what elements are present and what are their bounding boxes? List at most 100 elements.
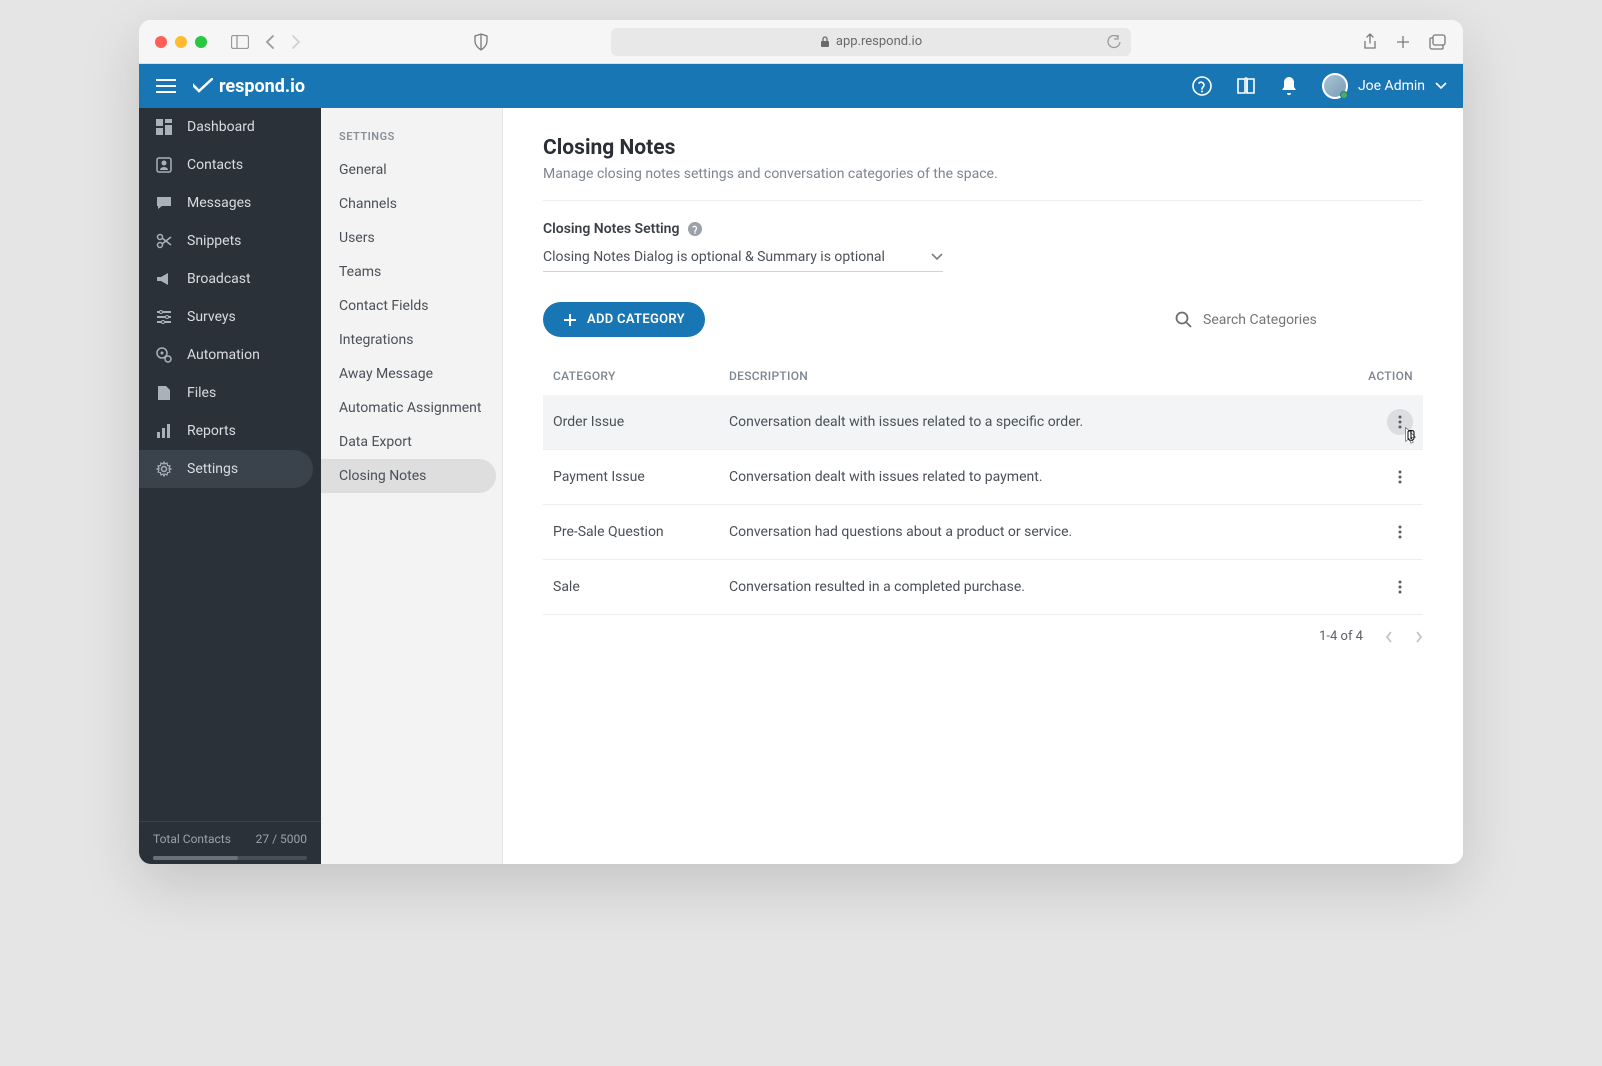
sidebar-item-label: Dashboard	[187, 119, 255, 135]
cell-category: Order Issue	[543, 395, 719, 450]
contacts-icon	[155, 156, 173, 174]
page-next-button[interactable]	[1415, 631, 1423, 643]
sidebar-item-reports[interactable]: Reports	[139, 412, 321, 450]
settings-item-integrations[interactable]: Integrations	[321, 323, 502, 357]
messages-icon	[155, 194, 173, 212]
sidebar-primary: Dashboard Contacts Messages Snippets Bro…	[139, 108, 321, 864]
share-icon[interactable]	[1363, 33, 1377, 51]
cell-category: Payment Issue	[543, 450, 719, 505]
chevron-down-icon	[1435, 82, 1447, 90]
tabs-icon[interactable]	[1429, 34, 1447, 50]
sidebar-item-files[interactable]: Files	[139, 374, 321, 412]
lock-icon	[820, 36, 830, 48]
chevron-down-icon	[931, 253, 943, 261]
footer-label: Total Contacts	[153, 832, 231, 846]
settings-item-away-message[interactable]: Away Message	[321, 357, 502, 391]
settings-item-teams[interactable]: Teams	[321, 255, 502, 289]
docs-icon[interactable]	[1236, 77, 1256, 95]
browser-forward-icon[interactable]	[291, 35, 301, 49]
gear-icon	[155, 460, 173, 478]
col-category: CATEGORY	[543, 357, 719, 395]
page-prev-button[interactable]	[1385, 631, 1393, 643]
sidebar-item-contacts[interactable]: Contacts	[139, 146, 321, 184]
col-action: ACTION	[1335, 357, 1423, 395]
menu-icon[interactable]	[155, 79, 177, 93]
bell-icon[interactable]	[1280, 76, 1298, 96]
table-row: Sale Conversation resulted in a complete…	[543, 560, 1423, 615]
row-actions-button[interactable]	[1387, 464, 1413, 490]
page-subtitle: Manage closing notes settings and conver…	[543, 166, 1423, 201]
cell-category: Sale	[543, 560, 719, 615]
pagination-text: 1-4 of 4	[1319, 629, 1363, 644]
settings-heading: SETTINGS	[321, 124, 502, 153]
settings-item-closing-notes[interactable]: Closing Notes	[321, 459, 496, 493]
reload-icon[interactable]	[1107, 35, 1121, 49]
sidebar-item-dashboard[interactable]: Dashboard	[139, 108, 321, 146]
settings-item-automatic-assignment[interactable]: Automatic Assignment	[321, 391, 502, 425]
footer-value: 27 / 5000	[256, 832, 307, 846]
sidebar-item-automation[interactable]: Automation	[139, 336, 321, 374]
window-close[interactable]	[155, 36, 167, 48]
sidebar-item-snippets[interactable]: Snippets	[139, 222, 321, 260]
sidebar-item-messages[interactable]: Messages	[139, 184, 321, 222]
cell-description: Conversation dealt with issues related t…	[719, 450, 1335, 505]
settings-item-users[interactable]: Users	[321, 221, 502, 255]
browser-url-bar[interactable]: app.respond.io	[611, 28, 1131, 56]
sidebar-item-surveys[interactable]: Surveys	[139, 298, 321, 336]
cell-description: Conversation had questions about a produ…	[719, 505, 1335, 560]
reports-icon	[155, 422, 173, 440]
app-header: respond.io Joe Admin	[139, 64, 1463, 108]
category-table: CATEGORY DESCRIPTION ACTION Order Issue …	[543, 357, 1423, 615]
settings-item-channels[interactable]: Channels	[321, 187, 502, 221]
plus-icon	[563, 313, 577, 327]
settings-item-general[interactable]: General	[321, 153, 502, 187]
cell-category: Pre-Sale Question	[543, 505, 719, 560]
browser-back-icon[interactable]	[265, 35, 275, 49]
page-title: Closing Notes	[543, 136, 1423, 160]
sidebar-scrollbar[interactable]	[153, 856, 307, 860]
table-row: Pre-Sale Question Conversation had quest…	[543, 505, 1423, 560]
table-row: Order Issue Conversation dealt with issu…	[543, 395, 1423, 450]
files-icon	[155, 384, 173, 402]
cell-description: Conversation dealt with issues related t…	[719, 395, 1335, 450]
search-icon[interactable]	[1175, 311, 1193, 329]
setting-label: Closing Notes Setting	[543, 221, 679, 237]
sidebar-item-label: Settings	[187, 461, 238, 477]
sidebar-item-label: Files	[187, 385, 216, 401]
url-text: app.respond.io	[836, 34, 922, 49]
broadcast-icon	[155, 270, 173, 288]
window-minimize[interactable]	[175, 36, 187, 48]
col-description: DESCRIPTION	[719, 357, 1335, 395]
user-menu[interactable]: Joe Admin	[1322, 73, 1447, 99]
user-name: Joe Admin	[1358, 78, 1425, 94]
sidebar-item-label: Automation	[187, 347, 260, 363]
setting-value: Closing Notes Dialog is optional & Summa…	[543, 249, 885, 265]
sidebar-secondary: SETTINGS General Channels Users Teams Co…	[321, 108, 503, 864]
snippets-icon	[155, 232, 173, 250]
add-category-button[interactable]: ADD CATEGORY	[543, 302, 705, 337]
sidebar-footer: Total Contacts 27 / 5000	[139, 821, 321, 856]
dashboard-icon	[155, 118, 173, 136]
logo[interactable]: respond.io	[193, 76, 305, 97]
row-actions-button[interactable]	[1387, 574, 1413, 600]
sidebar-item-label: Reports	[187, 423, 236, 439]
new-tab-icon[interactable]	[1395, 34, 1411, 50]
avatar	[1322, 73, 1348, 99]
settings-item-data-export[interactable]: Data Export	[321, 425, 502, 459]
surveys-icon	[155, 308, 173, 326]
search-input[interactable]	[1203, 312, 1423, 328]
sidebar-item-label: Snippets	[187, 233, 241, 249]
sidebar-toggle-icon[interactable]	[231, 35, 249, 49]
settings-item-contact-fields[interactable]: Contact Fields	[321, 289, 502, 323]
cursor-icon	[1403, 427, 1419, 445]
sidebar-item-label: Messages	[187, 195, 251, 211]
row-actions-button[interactable]	[1387, 519, 1413, 545]
setting-select[interactable]: Closing Notes Dialog is optional & Summa…	[543, 243, 943, 272]
window-maximize[interactable]	[195, 36, 207, 48]
sidebar-item-broadcast[interactable]: Broadcast	[139, 260, 321, 298]
sidebar-item-label: Surveys	[187, 309, 236, 325]
help-icon[interactable]	[1192, 76, 1212, 96]
help-icon[interactable]	[687, 221, 703, 237]
shield-icon[interactable]	[473, 33, 489, 51]
sidebar-item-settings[interactable]: Settings	[139, 450, 313, 488]
